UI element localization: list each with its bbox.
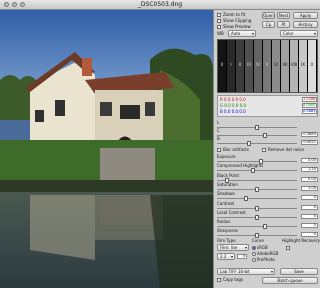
save-button[interactable]: Save (280, 268, 318, 275)
wb-label: WB (217, 31, 224, 36)
film-type-select[interactable]: Film: lise (217, 244, 249, 251)
slider-track (217, 135, 297, 136)
apply-button[interactable]: Apply (293, 12, 318, 19)
copy-button[interactable]: Cp (262, 21, 275, 28)
slider-thumb[interactable] (262, 224, 267, 230)
highlight-recovery-checkbox[interactable] (286, 246, 290, 250)
sliders-value[interactable]: 5 (301, 223, 318, 229)
readout-g: G 0.0 0.0 0.0 (220, 103, 246, 108)
photo-image (0, 10, 213, 288)
mid_sliders-slider[interactable] (217, 125, 297, 130)
slider-thumb[interactable] (255, 125, 259, 130)
film-type-label: Film Type (217, 238, 236, 243)
prophoto-radio[interactable] (252, 258, 256, 262)
slider-thumb[interactable] (255, 205, 259, 211)
photo-preview[interactable] (0, 10, 213, 288)
curve-label: Curve (252, 238, 264, 243)
sliders-value[interactable]: 1.20 (301, 167, 318, 173)
slider-thumb[interactable] (255, 214, 259, 220)
show-preview-label: Show Preview (223, 24, 251, 29)
histogram: 0 I II III IV V VI VII VIII IX X (217, 39, 318, 93)
lcb-sliders: L C 0.3883 B 0.0021 (214, 120, 320, 146)
slider-track (217, 198, 297, 200)
zone-cell: VIII (290, 40, 299, 92)
sliders-value[interactable]: 0 (301, 195, 318, 201)
slider-track (217, 170, 297, 172)
srgb-radio[interactable] (252, 246, 256, 250)
adobe-radio[interactable] (252, 252, 256, 256)
prophoto-label: ProPhoto (257, 257, 275, 262)
show-preview-checkbox[interactable] (217, 25, 221, 29)
zone-cell: VII (281, 40, 290, 92)
control-panel: Zoom to fit Show Clipping Show Preview O… (213, 10, 320, 288)
srgb-label: sRGB (257, 245, 268, 250)
mid_sliders-value[interactable]: 0.0021 (301, 140, 318, 145)
gamma-select[interactable]: 2.2 (217, 253, 235, 260)
adjustment-sliders: Exposure 0.00 Compressed Highlights 1.20 Bla… (214, 154, 320, 246)
history-button[interactable]: History (293, 21, 318, 28)
wb-select[interactable]: Auto (228, 30, 256, 37)
window-titlebar: _DSC0503.dng (0, 0, 320, 10)
color-select[interactable]: Color (280, 30, 318, 37)
slider-thumb[interactable] (243, 196, 248, 202)
highlight-recovery-label: Highlight Recovery (282, 238, 320, 243)
slider-track (217, 226, 297, 228)
zoom-to-fit-checkbox[interactable] (217, 13, 221, 17)
sliders-value[interactable]: 1.00 (301, 185, 318, 191)
zone-cell: III (245, 40, 254, 92)
pixel-readout: R 0.0 0.0 0.0 G 0.0 0.0 0.0 B 0.0 0.0 0.… (217, 95, 318, 117)
next-button[interactable]: Next (277, 12, 290, 19)
sliders-value[interactable]: 0.00 (301, 158, 318, 163)
zone-cell: II (236, 40, 245, 92)
slider-track (217, 179, 297, 181)
zone-cell: IV (254, 40, 263, 92)
zone-cell: I (227, 40, 236, 92)
tags-count[interactable]: 4 (237, 254, 247, 259)
readout-val-g: 0.0000 (302, 103, 317, 108)
paste-button[interactable]: Pt (277, 21, 290, 28)
slider-track (217, 143, 297, 144)
sliders-value[interactable]: 0 (301, 204, 318, 210)
zone-cell: IX (299, 40, 308, 92)
readout-val-r: 1.2288 (302, 97, 317, 102)
mid_sliders-slider[interactable] (217, 141, 297, 146)
slider-track (217, 161, 297, 162)
copy-tags-checkbox[interactable] (217, 278, 221, 282)
open-button[interactable]: Open (262, 12, 275, 19)
mid_sliders-slider[interactable] (217, 133, 297, 138)
zone-cell: X (308, 40, 317, 92)
mid_sliders-value[interactable]: 0.3883 (301, 132, 318, 137)
sliders-value[interactable]: 0 (301, 232, 318, 238)
show-clipping-label: Show Clipping (223, 18, 252, 23)
sliders-value[interactable]: 0 (301, 213, 318, 219)
output-format-select[interactable]: Lab TIFF 16-bit (217, 268, 275, 275)
readout-r: R 0.0 0.0 0.0 (220, 97, 246, 102)
adobe-label: AdobeRGB (257, 251, 279, 256)
slider-thumb[interactable] (247, 141, 252, 146)
show-clipping-checkbox[interactable] (217, 19, 221, 23)
sliders-value[interactable]: 0.00 (301, 176, 318, 182)
zone-cell: VI (272, 40, 281, 92)
readout-val-b: 0.5883 (302, 109, 317, 114)
remove-dots-label: Remove dot noise (268, 147, 304, 152)
blur-artifacts-label: Blur artifacts (223, 147, 249, 152)
batch-queue-button[interactable]: Batch queue (262, 277, 318, 284)
slider-thumb[interactable] (251, 168, 256, 174)
zone-cell: 0 (218, 40, 227, 92)
slider-thumb[interactable] (262, 133, 267, 138)
slider-thumb[interactable] (255, 186, 259, 192)
remove-dots-checkbox[interactable] (262, 148, 266, 152)
readout-b: B 0.0 0.0 0.0 (220, 109, 246, 114)
zoom-to-fit-label: Zoom to fit (223, 12, 246, 17)
window-title: _DSC0503.dng (137, 1, 183, 8)
copy-tags-label: Copy tags (223, 277, 244, 282)
zone-cell: V (263, 40, 272, 92)
blur-artifacts-checkbox[interactable] (217, 148, 221, 152)
